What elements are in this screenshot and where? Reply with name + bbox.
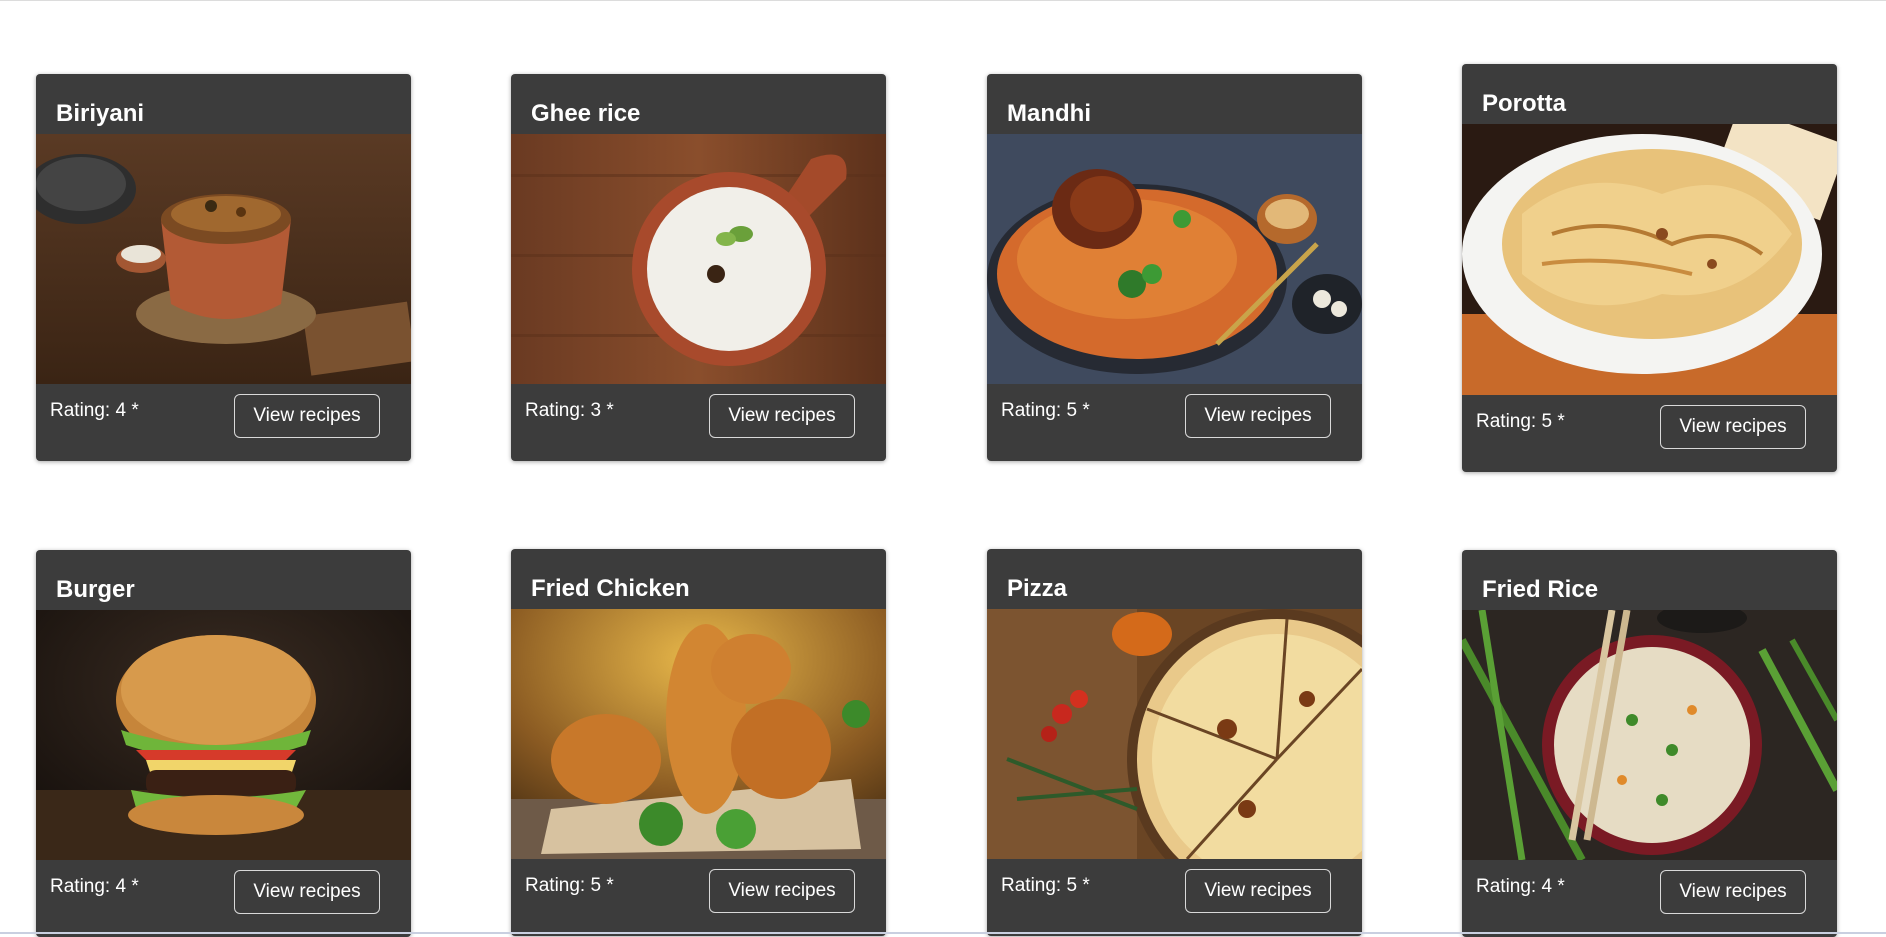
pizza-image: [987, 609, 1362, 859]
rating-text: Rating: 4 *: [50, 400, 139, 421]
recipe-card: Ghee rice Rating: 3 * View recipes: [511, 74, 886, 461]
card-header: Biriyani: [36, 74, 411, 134]
view-recipes-button[interactable]: View recipes: [1185, 869, 1331, 913]
recipe-card: Burger Rating: 4 * View recipes: [36, 550, 411, 937]
mandhi-image: [987, 134, 1362, 384]
rating-text: Rating: 5 *: [525, 875, 614, 896]
view-recipes-button[interactable]: View recipes: [1660, 870, 1806, 914]
view-recipes-button[interactable]: View recipes: [709, 394, 855, 438]
card-header: Mandhi: [987, 74, 1362, 134]
rating-text: Rating: 4 *: [50, 876, 139, 897]
card-footer: Rating: 4 * View recipes: [36, 860, 411, 937]
card-title: Ghee rice: [531, 100, 641, 127]
recipe-card: Mandhi Rating: 5 * View recipes: [987, 74, 1362, 461]
rating-text: Rating: 3 *: [525, 400, 614, 421]
view-recipes-button[interactable]: View recipes: [1185, 394, 1331, 438]
card-footer: Rating: 5 * View recipes: [987, 859, 1362, 936]
view-recipes-button[interactable]: View recipes: [234, 870, 380, 914]
rating-text: Rating: 4 *: [1476, 876, 1565, 897]
card-title: Porotta: [1482, 90, 1566, 117]
card-title: Burger: [56, 576, 135, 603]
card-footer: Rating: 4 * View recipes: [36, 384, 411, 461]
card-header: Burger: [36, 550, 411, 610]
card-title: Mandhi: [1007, 100, 1091, 127]
recipe-grid: Biriyani Rating: 4 * View recipes Ghee r…: [0, 0, 1886, 937]
card-footer: Rating: 5 * View recipes: [987, 384, 1362, 461]
card-header: Pizza: [987, 549, 1362, 609]
view-recipes-button[interactable]: View recipes: [709, 869, 855, 913]
ghee-rice-image: [511, 134, 886, 384]
burger-image: [36, 610, 411, 860]
view-recipes-button[interactable]: View recipes: [234, 394, 380, 438]
recipe-card: Porotta Rating: 5 * View recipes: [1462, 64, 1837, 472]
card-header: Fried Rice: [1462, 550, 1837, 610]
card-footer: Rating: 5 * View recipes: [511, 859, 886, 936]
recipe-card: Biriyani Rating: 4 * View recipes: [36, 74, 411, 461]
card-footer: Rating: 5 * View recipes: [1462, 395, 1837, 472]
view-recipes-button[interactable]: View recipes: [1660, 405, 1806, 449]
card-title: Fried Chicken: [531, 575, 690, 602]
card-title: Fried Rice: [1482, 576, 1599, 603]
biriyani-image: [36, 134, 411, 384]
card-title: Biriyani: [56, 100, 145, 127]
rating-text: Rating: 5 *: [1001, 875, 1090, 896]
rating-text: Rating: 5 *: [1476, 411, 1565, 432]
card-header: Ghee rice: [511, 74, 886, 134]
card-header: Porotta: [1462, 64, 1837, 124]
card-footer: Rating: 4 * View recipes: [1462, 860, 1837, 937]
recipe-card: Pizza Rating: 5 * View recipes: [987, 549, 1362, 936]
porotta-image: [1462, 124, 1837, 395]
card-title: Pizza: [1007, 575, 1068, 602]
rating-text: Rating: 5 *: [1001, 400, 1090, 421]
fried-chicken-image: [511, 609, 886, 859]
card-header: Fried Chicken: [511, 549, 886, 609]
fried-rice-image: [1462, 610, 1837, 860]
card-footer: Rating: 3 * View recipes: [511, 384, 886, 461]
recipe-card: Fried Chicken Rating: 5 * View recipes: [511, 549, 886, 936]
recipe-card: Fried Rice Rating: 4 * View recipes: [1462, 550, 1837, 937]
